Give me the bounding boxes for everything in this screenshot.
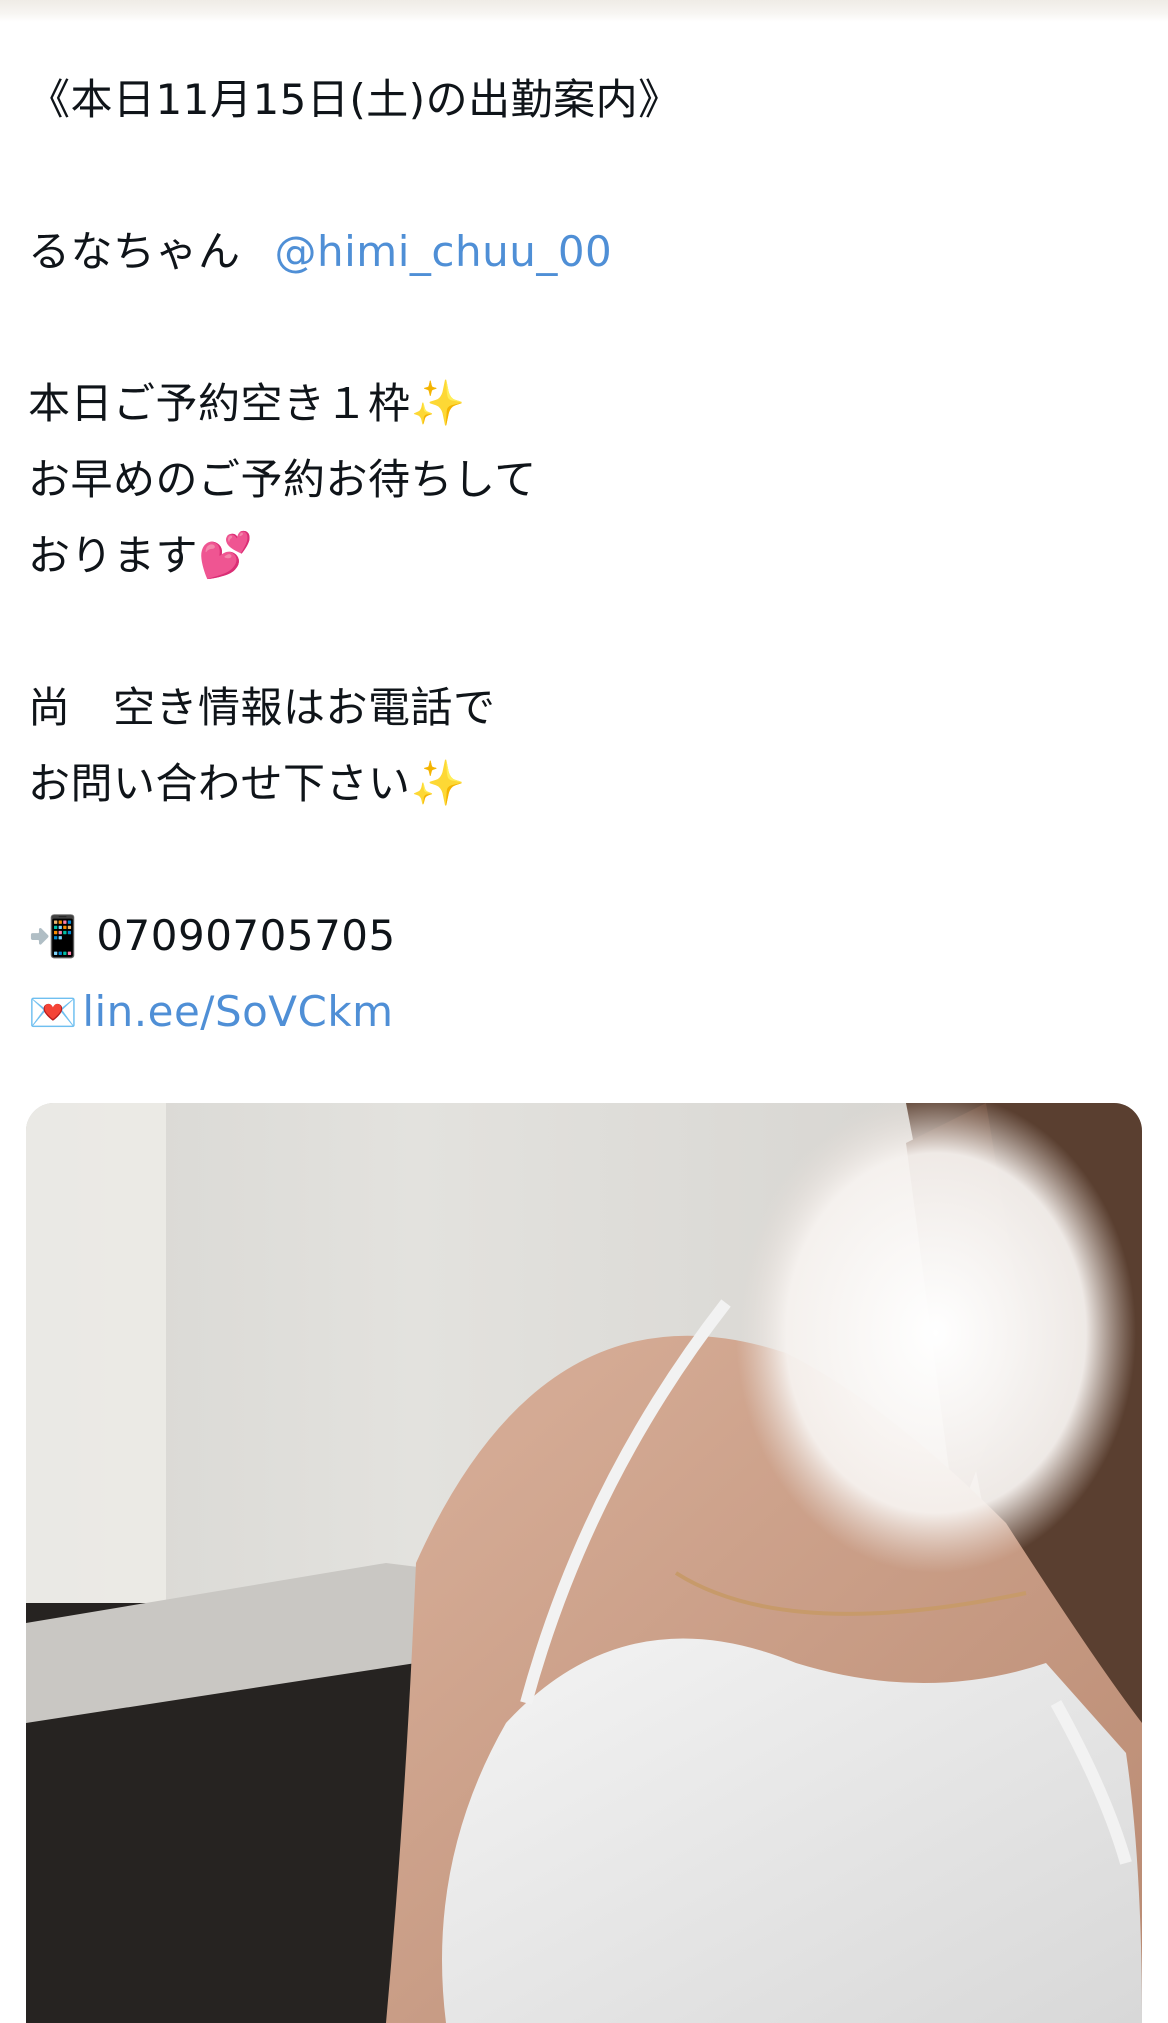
line-link-line: 💌lin.ee/SoVCkm (28, 974, 1138, 1050)
tweet-body: 《本日11月15日(土)の出勤案内》 るなちゃん @himi_chuu_00 本日… (28, 62, 1138, 1050)
phone-number: 07090705705 (96, 911, 396, 960)
two-hearts-icon: 💕 (198, 530, 254, 581)
note-line-1: 尚 空き情報はお電話で (28, 683, 496, 732)
phone-line: 📲 07090705705 (28, 898, 1138, 974)
sparkles-icon: ✨ (410, 378, 466, 429)
cast-line: るなちゃん @himi_chuu_00 (28, 214, 1138, 290)
line-link[interactable]: lin.ee/SoVCkm (82, 987, 393, 1036)
sparkles-icon: ✨ (410, 758, 466, 809)
availability-line-2: お早めのご予約お待ちして (28, 455, 537, 504)
tweet-header-line: 《本日11月15日(土)の出勤案内》 (28, 75, 681, 124)
mobile-phone-arrow-icon: 📲 (28, 914, 79, 960)
availability-text-3: おります (28, 531, 199, 580)
previous-content-edge (0, 0, 1168, 22)
love-letter-icon: 💌 (28, 990, 79, 1036)
availability-line-1: 本日ご予約空き１枠✨ (28, 366, 1138, 442)
tweet-photo[interactable] (26, 1103, 1142, 2023)
note-text-2: お問い合わせ下さい (28, 759, 411, 808)
photo-illustration (26, 1103, 1142, 2023)
cast-name: るなちゃん (28, 227, 241, 276)
availability-text-1: 本日ご予約空き１枠 (28, 379, 411, 428)
availability-line-3: おります💕 (28, 518, 1138, 594)
note-line-2: お問い合わせ下さい✨ (28, 746, 1138, 822)
mention-link[interactable]: @himi_chuu_00 (275, 227, 613, 276)
